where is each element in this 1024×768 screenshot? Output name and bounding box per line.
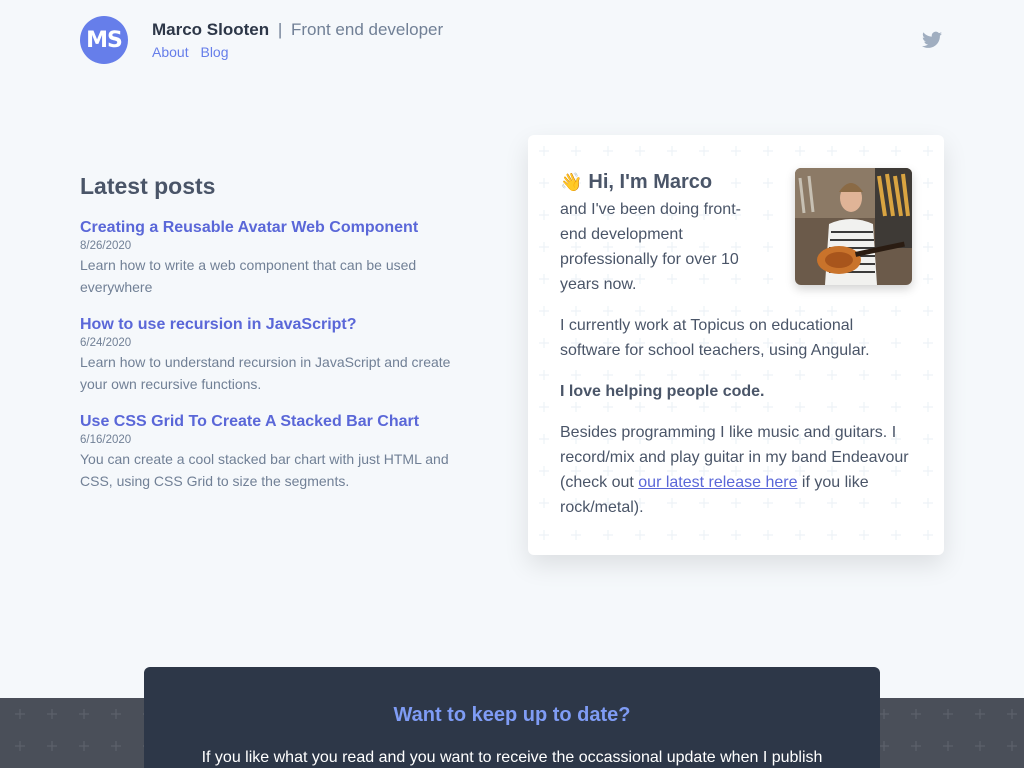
twitter-icon[interactable] (922, 31, 942, 49)
site-owner-name: Marco Slooten (152, 20, 270, 39)
greeting-text: Hi, I'm Marco (588, 171, 713, 193)
nav-link-about[interactable]: About (152, 44, 189, 60)
newsletter-text: If you like what you read and you want t… (201, 749, 823, 766)
brand-separator: | (277, 20, 283, 39)
post-title-link[interactable]: Creating a Reusable Avatar Web Component (80, 218, 480, 238)
site-header: MS Marco Slooten | Front end developer A… (80, 16, 944, 66)
about-card-content: 👋 Hi, I'm Marco and I've been doing front… (560, 167, 912, 520)
music-text: Besides programming I like music and gui… (560, 420, 912, 520)
post-date: 6/24/2020 (80, 337, 132, 349)
post-date: 6/16/2020 (80, 434, 132, 446)
love-text: I love helping people code. (560, 383, 765, 400)
post-description: Learn how to understand recursion in Jav… (80, 354, 451, 392)
profile-photo-image (795, 168, 912, 285)
brand: Marco Slooten | Front end developer (152, 20, 443, 40)
site-owner-role: Front end developer (291, 20, 444, 39)
newsletter-title: Want to keep up to date? (393, 704, 631, 726)
logo[interactable]: MS (80, 16, 128, 64)
post-item: How to use recursion in JavaScript? 6/24… (80, 315, 480, 395)
post-title-link[interactable]: Use CSS Grid To Create A Stacked Bar Cha… (80, 412, 480, 432)
latest-posts-heading: Latest posts (80, 173, 216, 199)
logo-text: MS (86, 27, 123, 53)
profile-photo (795, 168, 912, 285)
post-item: Use CSS Grid To Create A Stacked Bar Cha… (80, 412, 480, 492)
main-nav: About Blog (152, 44, 237, 60)
post-title-link[interactable]: How to use recursion in JavaScript? (80, 315, 480, 335)
post-description: Learn how to write a web component that … (80, 257, 417, 295)
work-text: I currently work at Topicus on education… (560, 317, 870, 359)
about-card: 👋 Hi, I'm Marco and I've been doing front… (528, 135, 944, 555)
intro-text: and I've been doing front-end developmen… (560, 201, 741, 293)
nav-link-blog[interactable]: Blog (200, 44, 228, 60)
about-card-wrapper: 👋 Hi, I'm Marco and I've been doing front… (528, 135, 944, 555)
newsletter-box: Want to keep up to date? If you like wha… (144, 667, 880, 768)
latest-release-link[interactable]: our latest release here (638, 474, 797, 491)
post-description: You can create a cool stacked bar chart … (80, 451, 449, 489)
wave-icon: 👋 (560, 172, 583, 192)
post-item: Creating a Reusable Avatar Web Component… (80, 218, 480, 298)
latest-posts: Latest posts Creating a Reusable Avatar … (80, 172, 480, 509)
post-date: 8/26/2020 (80, 240, 132, 252)
